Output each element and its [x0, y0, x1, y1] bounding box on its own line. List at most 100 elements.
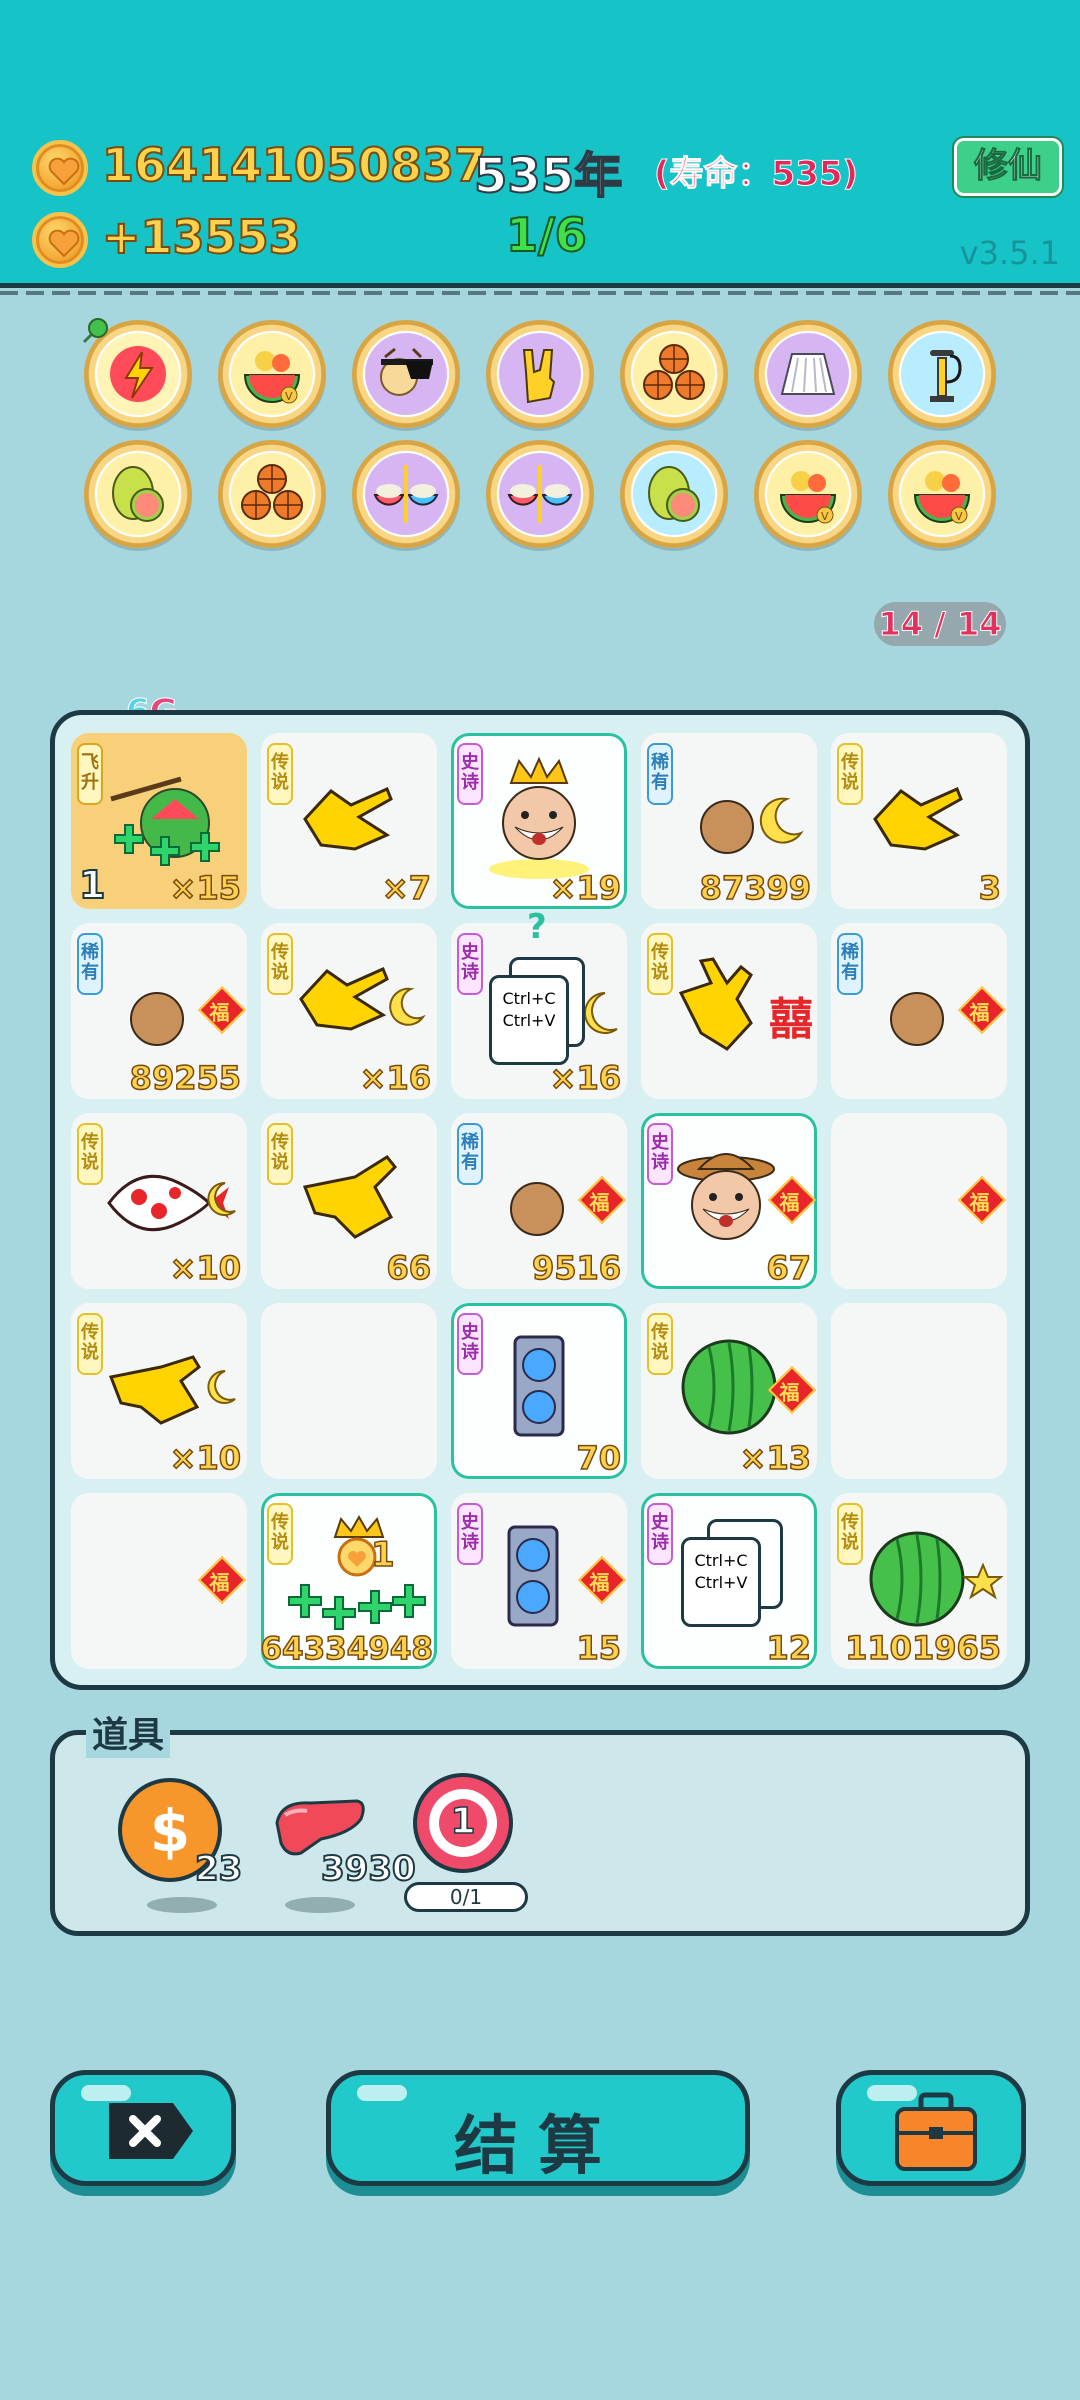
card-text: Ctrl+C	[502, 989, 556, 1008]
board-cell[interactable]	[831, 1303, 1007, 1479]
fu-char: 福	[779, 1380, 800, 1405]
fu-char: 福	[589, 1570, 610, 1595]
dollar-coin-item[interactable]: $ 23	[115, 1775, 255, 1925]
farmer-face-icon	[677, 1153, 775, 1240]
basketball-badge[interactable]	[620, 320, 728, 428]
board-cell[interactable]: 传说 ×16	[261, 923, 437, 1099]
cell-count: 3	[978, 868, 1002, 908]
pump-badge[interactable]	[888, 320, 996, 428]
cell-count: 70	[576, 1438, 622, 1478]
copy-card: Ctrl+C Ctrl+V	[681, 1537, 761, 1627]
exit-button[interactable]	[50, 2070, 236, 2186]
rice-bowls-badge[interactable]	[486, 440, 594, 548]
question-mark: ?	[527, 907, 547, 947]
board-cell[interactable]: 传说 ×7	[261, 733, 437, 909]
fu-icon: 福	[197, 985, 247, 1035]
double-happiness-icon: 囍	[769, 994, 813, 1045]
graphics-card-icon	[507, 1525, 559, 1627]
king-face-icon	[489, 756, 589, 879]
cell-count: 67	[766, 1248, 812, 1288]
board-cell[interactable]: 飞升 ×15 1	[71, 733, 247, 909]
cell-count: ×16	[549, 1058, 622, 1098]
board-cell[interactable]: 传说 66	[261, 1113, 437, 1289]
watermelon-icon	[681, 1339, 777, 1435]
item-value: 23	[194, 1848, 243, 1890]
rock-hand-badge[interactable]	[486, 320, 594, 428]
board-cell[interactable]: 福	[71, 1493, 247, 1669]
cell-count: 89255	[129, 1058, 242, 1098]
target-progress-bar: 0/1	[404, 1882, 528, 1912]
cell-level: 1	[370, 1534, 395, 1576]
fu-char: 福	[589, 1190, 610, 1215]
nut-icon	[130, 992, 184, 1046]
fruit-basket-badge[interactable]: V	[754, 440, 862, 548]
svg-text:V: V	[285, 390, 293, 403]
slot-count: 14 / 14	[874, 602, 1006, 646]
board-cell[interactable]: 福	[831, 1113, 1007, 1289]
board-cell[interactable]: 传说 囍	[641, 923, 817, 1099]
graphics-card-icon	[513, 1335, 565, 1437]
bag-button[interactable]	[836, 2070, 1026, 2186]
board-cell[interactable]	[261, 1303, 437, 1479]
board-cell[interactable]: 史诗 ×19	[451, 733, 627, 909]
rice-bowls-badge[interactable]	[352, 440, 460, 548]
pomelo-badge[interactable]	[84, 440, 192, 548]
board-cell[interactable]: 传说 ×10	[71, 1113, 247, 1289]
pointing-hand-icon	[873, 786, 963, 851]
pointing-hand-icon	[302, 1155, 398, 1239]
board-cell[interactable]: 史诗 福 15	[451, 1493, 627, 1669]
props-panel: $ 23 3930 1	[50, 1730, 1030, 1936]
rock-hand-icon	[678, 957, 753, 1051]
pomelo-badge[interactable]	[620, 440, 728, 548]
cell-count: ×19	[549, 868, 622, 908]
pointing-hand-icon	[303, 786, 393, 851]
board-cell[interactable]: 传说 1101965	[831, 1493, 1007, 1669]
pump-icon	[930, 350, 962, 402]
board-cell[interactable]: 史诗 福 67	[641, 1113, 817, 1289]
cell-count: 66	[386, 1248, 432, 1288]
card-text: Ctrl+V	[694, 1573, 748, 1592]
cell-count: ×16	[359, 1058, 432, 1098]
rice-bowls-icon	[507, 465, 573, 523]
wave-progress: 1/6	[505, 207, 588, 263]
fruit-basket-icon	[380, 347, 433, 396]
board-cell[interactable]: 史诗 70	[451, 1303, 627, 1479]
cell-count: 9516	[531, 1248, 622, 1288]
board-cell[interactable]: 传说 福 ×13	[641, 1303, 817, 1479]
sunglasses-badge[interactable]	[352, 320, 460, 428]
fruit-basket-badge[interactable]: V	[888, 440, 996, 548]
card-text: Ctrl+V	[502, 1011, 556, 1030]
settle-button[interactable]: 结算	[326, 2070, 750, 2186]
skirt-badge[interactable]	[754, 320, 862, 428]
board-cell[interactable]: 传说 1 64334948	[260, 1493, 437, 1669]
lightning-badge[interactable]	[82, 318, 192, 428]
board-cell[interactable]: 稀有 87399	[641, 733, 817, 909]
cell-tag: 传说	[267, 743, 293, 805]
board-cell[interactable]: 传说 ×10	[71, 1303, 247, 1479]
board-cell[interactable]: 史诗 Ctrl+C Ctrl+V 12	[641, 1493, 817, 1669]
board-cell[interactable]: 稀有 福 89255	[71, 923, 247, 1099]
watermelon-cart-icon	[110, 776, 220, 866]
nut-icon	[510, 1182, 564, 1236]
fruit-basket-badge[interactable]: V	[218, 320, 326, 428]
basketball-badge[interactable]	[218, 440, 326, 548]
cell-count: ×10	[169, 1248, 242, 1288]
board-cell[interactable]: 史诗 ? Ctrl+C Ctrl+V ×16	[451, 907, 627, 1099]
fu-char: 福	[209, 1000, 230, 1025]
board-cell[interactable]: 传说 3	[831, 733, 1007, 909]
board-cell[interactable]: 稀有 福 9516	[451, 1113, 627, 1289]
item-value: 3930	[320, 1848, 417, 1890]
skirt-icon	[780, 353, 836, 395]
nut-icon	[890, 992, 944, 1046]
fu-char: 福	[969, 1190, 990, 1215]
fu-icon: 福	[197, 1555, 247, 1605]
liver-item[interactable]: 3930	[271, 1785, 431, 1935]
cell-tag: 传说	[267, 1123, 293, 1185]
cell-tag: 史诗	[647, 1503, 673, 1565]
fruit-basket-icon: V	[779, 471, 837, 524]
fu-char: 福	[779, 1190, 800, 1215]
cultivate-button[interactable]: 修仙	[954, 138, 1062, 196]
coin-income: +13553	[101, 209, 302, 265]
board-cell[interactable]: 稀有 福	[831, 923, 1007, 1099]
basketball-trio-icon	[241, 464, 303, 520]
